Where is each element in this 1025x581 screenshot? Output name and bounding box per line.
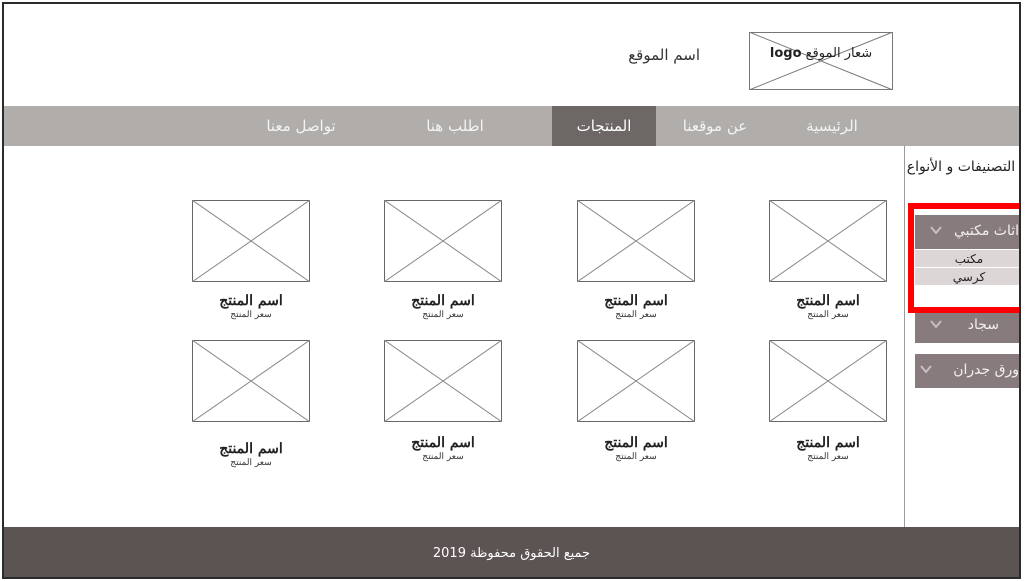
- product-price: سعر المنتج: [422, 310, 464, 320]
- product-price: سعر المنتج: [807, 310, 849, 320]
- image-placeholder-icon: [577, 340, 695, 422]
- product-card[interactable]: اسم المنتج سعر المنتج: [769, 340, 887, 462]
- image-placeholder-icon: [749, 32, 893, 90]
- logo-placeholder[interactable]: شعار الموقع logo: [749, 32, 893, 90]
- product-card[interactable]: اسم المنتج سعر المنتج: [384, 340, 502, 462]
- nav-order[interactable]: اطلب هنا: [380, 106, 530, 146]
- main-nav: الرئيسية عن موقعنا المنتجات اطلب هنا توا…: [4, 106, 1019, 146]
- page-frame: اسم الموقع شعار الموقع logo الرئيسية عن …: [2, 2, 1021, 579]
- category-carpets[interactable]: سجاد: [915, 309, 1019, 343]
- logo-label: شعار الموقع: [805, 46, 873, 61]
- product-name: اسم المنتج: [796, 435, 860, 451]
- product-name: اسم المنتج: [604, 435, 668, 451]
- logo-word: logo: [769, 46, 802, 61]
- product-card[interactable]: اسم المنتج سعر المنتج: [192, 200, 310, 320]
- product-card[interactable]: اسم المنتج سعر المنتج: [769, 200, 887, 320]
- category-label: ورق جدران: [953, 362, 1019, 378]
- product-price: سعر المنتج: [615, 310, 657, 320]
- product-price: سعر المنتج: [615, 452, 657, 462]
- product-name: اسم المنتج: [411, 293, 475, 309]
- category-label: سجاد: [967, 317, 999, 333]
- image-placeholder-icon: [769, 200, 887, 282]
- category-wallpaper[interactable]: ورق جدران: [915, 354, 1019, 388]
- product-name: اسم المنتج: [604, 293, 668, 309]
- nav-products[interactable]: المنتجات: [552, 106, 656, 146]
- chevron-down-icon: [920, 365, 932, 374]
- product-card[interactable]: اسم المنتج سعر المنتج: [577, 340, 695, 462]
- image-placeholder-icon: [192, 200, 310, 282]
- image-placeholder-icon: [384, 340, 502, 422]
- site-name: اسم الموقع: [628, 46, 700, 64]
- logo-text: شعار الموقع logo: [749, 46, 893, 61]
- product-name: اسم المنتج: [219, 293, 283, 309]
- image-placeholder-icon: [384, 200, 502, 282]
- product-card[interactable]: اسم المنتج سعر المنتج: [192, 340, 310, 468]
- product-price: سعر المنتج: [230, 458, 272, 468]
- image-placeholder-icon: [769, 340, 887, 422]
- selection-highlight: [908, 203, 1019, 313]
- product-name: اسم المنتج: [411, 435, 475, 451]
- product-card[interactable]: اسم المنتج سعر المنتج: [384, 200, 502, 320]
- sidebar-title: التصنيفات و الأنواع: [906, 159, 1016, 175]
- chevron-down-icon: [930, 320, 942, 329]
- nav-contact[interactable]: تواصل معنا: [226, 106, 376, 146]
- product-name: اسم المنتج: [796, 293, 860, 309]
- footer: جميع الحقوق محفوظة 2019: [4, 527, 1019, 577]
- product-price: سعر المنتج: [230, 310, 272, 320]
- copyright-text: جميع الحقوق محفوظة 2019: [432, 546, 591, 561]
- product-price: سعر المنتج: [422, 452, 464, 462]
- image-placeholder-icon: [577, 200, 695, 282]
- product-card[interactable]: اسم المنتج سعر المنتج: [577, 200, 695, 320]
- product-price: سعر المنتج: [807, 452, 849, 462]
- nav-about[interactable]: عن موقعنا: [656, 106, 774, 146]
- nav-home[interactable]: الرئيسية: [774, 106, 890, 146]
- product-name: اسم المنتج: [219, 441, 283, 457]
- image-placeholder-icon: [192, 340, 310, 422]
